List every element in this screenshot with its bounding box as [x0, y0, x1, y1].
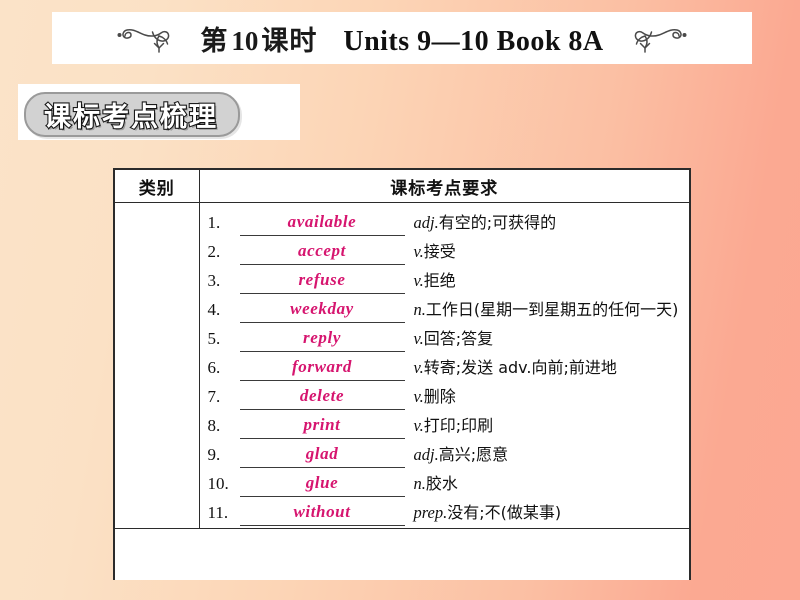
column-header-kind: 类别	[115, 170, 200, 203]
meaning-text: 有空的;可获得的	[438, 213, 557, 232]
kind-cell	[115, 202, 200, 529]
part-of-speech: n.	[413, 474, 426, 493]
item-number: 4.	[207, 300, 221, 319]
answer-blank[interactable]: glue	[239, 470, 405, 497]
part-of-speech: n.	[413, 300, 426, 319]
answer-blank[interactable]: glad	[239, 441, 405, 468]
vocabulary-item: 11. without prep.没有;不(做某事)	[208, 499, 686, 527]
answer-word: accept	[298, 241, 346, 260]
vocabulary-item: 7. delete v.删除	[208, 383, 686, 411]
answer-word: refuse	[298, 270, 346, 289]
part-of-speech: v.	[413, 387, 424, 406]
vocabulary-item: 9. glad adj.高兴;愿意	[208, 441, 686, 469]
answer-blank[interactable]: refuse	[239, 267, 405, 294]
items-cell: 1. available adj.有空的;可获得的 2. accept v.接受 3. ref…	[198, 202, 689, 529]
part-of-speech: v.	[413, 416, 424, 435]
definition-text: adj.高兴;愿意	[405, 441, 686, 469]
units-title: Units 9—10 Book 8A	[343, 25, 604, 57]
section-badge: 课标考点梳理	[24, 92, 240, 137]
vocabulary-item: 1. available adj.有空的;可获得的	[208, 209, 686, 237]
answer-blank[interactable]: forward	[239, 354, 405, 381]
definition-text: n.工作日(星期一到星期五的任何一天)	[405, 296, 686, 324]
part-of-speech: v.	[413, 271, 424, 290]
item-number: 5.	[207, 329, 221, 348]
vocabulary-item: 5. reply v.回答;答复	[208, 325, 686, 353]
definition-text: v.删除	[405, 383, 686, 411]
part-of-speech: prep.	[413, 503, 448, 522]
part-of-speech: adj.	[413, 445, 439, 464]
meaning-text: 回答;答复	[423, 329, 494, 348]
item-number: 7.	[207, 387, 221, 406]
item-number: 6.	[207, 358, 221, 377]
part-of-speech: v.	[413, 358, 424, 377]
item-number: 3.	[207, 271, 221, 290]
flourish-ornament-icon	[116, 19, 190, 58]
meaning-text: 转寄;发送 adv.向前;前进地	[423, 358, 617, 377]
answer-word: without	[293, 502, 351, 521]
lesson-prefix: 第	[200, 25, 229, 57]
answer-blank[interactable]: weekday	[239, 296, 405, 323]
part-of-speech: adj.	[413, 213, 439, 232]
vocabulary-item: 6. forward v.转寄;发送 adv.向前;前进地	[208, 354, 686, 382]
item-number: 8.	[207, 416, 221, 435]
answer-blank[interactable]: delete	[239, 383, 405, 410]
meaning-text: 接受	[423, 242, 456, 261]
table-header-row: 类别 课标考点要求	[115, 170, 689, 203]
definition-text: v.拒绝	[405, 267, 686, 295]
meaning-text: 胶水	[425, 474, 458, 493]
meaning-text: 拒绝	[423, 271, 456, 290]
page-title: 第 10 课时 Units 9—10 Book 8A	[200, 19, 603, 58]
definition-text: prep.没有;不(做某事)	[405, 499, 686, 527]
answer-word: print	[303, 415, 341, 434]
item-number: 9.	[207, 445, 221, 464]
answer-word: delete	[299, 386, 345, 405]
lesson-suffix: 课时	[261, 25, 318, 57]
vocabulary-item: 3. refuse v.拒绝	[208, 267, 686, 295]
flourish-ornament-icon	[614, 19, 688, 58]
answer-blank[interactable]: reply	[239, 325, 405, 352]
answer-word: forward	[292, 357, 352, 376]
vocabulary-item: 8. print v.打印;印刷	[208, 412, 686, 440]
definition-text: v.转寄;发送 adv.向前;前进地	[405, 354, 686, 382]
definition-text: n.胶水	[405, 470, 686, 498]
definition-text: v.回答;答复	[405, 325, 686, 353]
part-of-speech: v.	[413, 242, 424, 261]
vocabulary-item: 2. accept v.接受	[208, 238, 686, 266]
meaning-text: 工作日(星期一到星期五的任何一天)	[425, 300, 679, 319]
answer-blank[interactable]: accept	[239, 238, 405, 265]
title-banner: 第 10 课时 Units 9—10 Book 8A	[52, 12, 752, 64]
answer-word: reply	[303, 328, 341, 347]
answer-word: glad	[305, 444, 339, 463]
meaning-text: 打印;印刷	[423, 416, 494, 435]
answer-word: available	[287, 212, 357, 231]
answer-blank[interactable]: print	[239, 412, 405, 439]
lesson-number: 10	[231, 25, 259, 56]
definition-text: adj.有空的;可获得的	[405, 209, 686, 237]
meaning-text: 高兴;愿意	[438, 445, 509, 464]
item-number: 11.	[207, 503, 229, 522]
vocabulary-list: 1. available adj.有空的;可获得的 2. accept v.接受 3. ref…	[208, 209, 686, 527]
answer-word: glue	[305, 473, 339, 492]
vocabulary-table: 类别 课标考点要求 1. available adj.有空的;可获得的 2. accep…	[113, 168, 691, 580]
meaning-text: 没有;不(做某事)	[447, 503, 562, 522]
table-body-row: 1. available adj.有空的;可获得的 2. accept v.接受 3. ref…	[115, 202, 689, 529]
definition-text: v.接受	[405, 238, 686, 266]
vocabulary-item: 10. glue n.胶水	[208, 470, 686, 498]
item-number: 2.	[207, 242, 221, 261]
answer-blank[interactable]: available	[239, 209, 405, 236]
meaning-text: 删除	[423, 387, 456, 406]
answer-word: weekday	[290, 299, 354, 318]
definition-text: v.打印;印刷	[405, 412, 686, 440]
item-number: 10.	[207, 474, 229, 493]
vocabulary-item: 4. weekday n.工作日(星期一到星期五的任何一天)	[208, 296, 686, 324]
section-badge-label: 课标考点梳理	[43, 101, 218, 134]
answer-blank[interactable]: without	[239, 499, 405, 526]
item-number: 1.	[207, 213, 221, 232]
part-of-speech: v.	[413, 329, 424, 348]
column-header-requirement: 课标考点要求	[198, 170, 689, 203]
